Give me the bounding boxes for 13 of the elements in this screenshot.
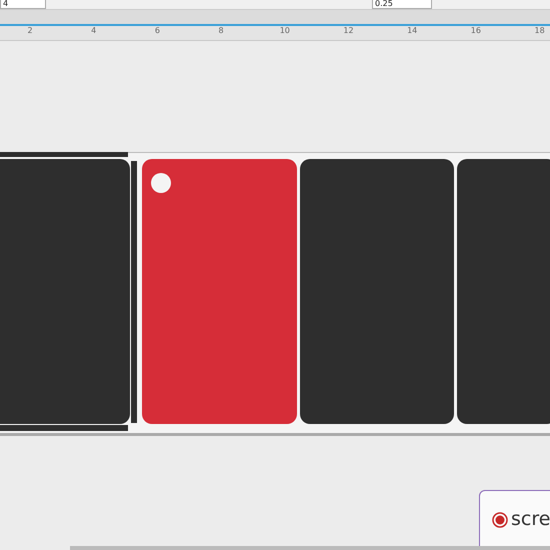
ruler-label: 4	[91, 26, 96, 35]
number-field[interactable]: 4	[0, 0, 46, 9]
ruler-label: 16	[470, 26, 481, 35]
ruler-label: 8	[218, 26, 224, 35]
ruler-label: 18	[534, 26, 545, 35]
ruler-label: 12	[343, 26, 354, 35]
ruler-label: 14	[407, 26, 418, 35]
ruler-label: 6	[154, 26, 160, 35]
number-field[interactable]: 0.25	[372, 0, 432, 9]
popup-title: scre	[511, 509, 550, 529]
ruler-label: 2	[27, 26, 33, 35]
record-icon	[492, 512, 508, 528]
ruler-label: 10	[280, 26, 290, 35]
